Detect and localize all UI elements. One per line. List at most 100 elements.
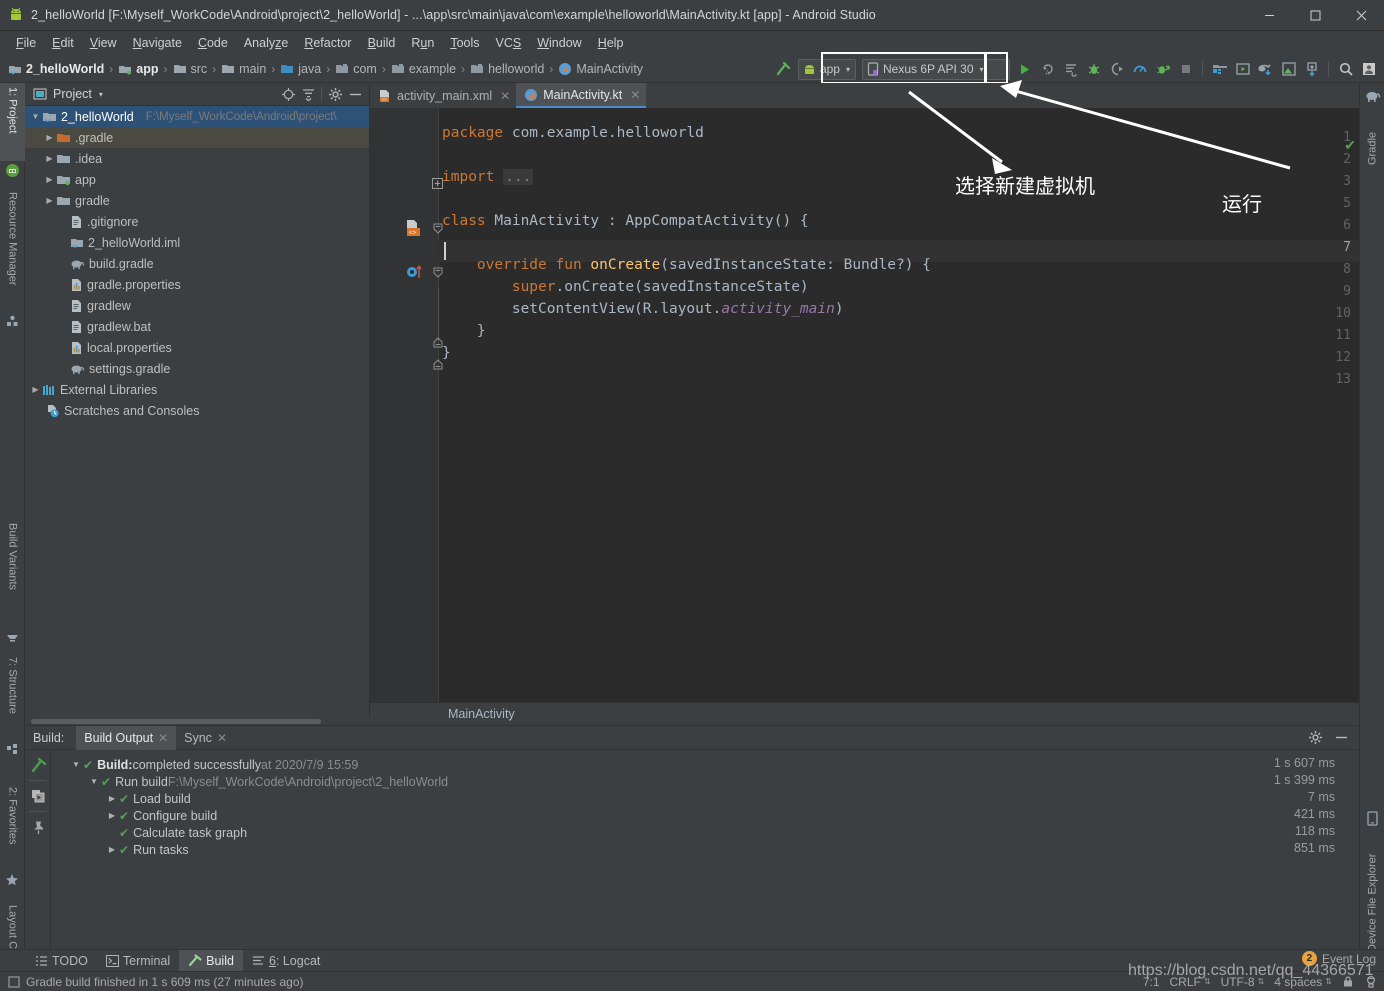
menu-file[interactable]: File xyxy=(8,33,44,53)
run-coverage-icon[interactable] xyxy=(1105,58,1128,81)
breadcrumb-item-example[interactable]: example xyxy=(391,62,456,76)
menu-tools[interactable]: Tools xyxy=(442,33,487,53)
tree-row-settings-gradle[interactable]: settings.gradle xyxy=(25,358,369,379)
bottom-tab-todo[interactable]: TODO xyxy=(26,950,97,972)
minimize-button[interactable] xyxy=(1246,0,1292,31)
editor-tab-mainactivity-kt[interactable]: MainActivity.kt ✕ xyxy=(516,83,647,108)
close-icon[interactable]: ✕ xyxy=(217,731,227,745)
breadcrumb-item-mainactivity[interactable]: MainActivity xyxy=(558,62,643,76)
stop-icon[interactable] xyxy=(1174,58,1197,81)
tree-row-gradle-dir[interactable]: ▶ .gradle xyxy=(25,127,369,148)
device-file-explorer-icon[interactable] xyxy=(1300,58,1323,81)
attach-debugger-icon[interactable] xyxy=(1151,58,1174,81)
breadcrumb-item-helloworld[interactable]: helloworld xyxy=(470,62,544,76)
chevron-right-icon[interactable]: ▶ xyxy=(43,154,56,163)
close-icon[interactable]: ✕ xyxy=(158,731,168,745)
layout-preview-icon[interactable]: <> xyxy=(405,220,424,238)
chevron-right-icon[interactable]: ▶ xyxy=(43,196,56,205)
menu-vcs[interactable]: VCS xyxy=(488,33,530,53)
tree-row-build-gradle[interactable]: build.gradle xyxy=(25,253,369,274)
collapse-all-icon[interactable] xyxy=(298,84,318,104)
menu-run[interactable]: Run xyxy=(403,33,442,53)
editor-tab-activity-main-xml[interactable]: <> activity_main.xml ✕ xyxy=(370,83,517,108)
tree-row-iml-file[interactable]: 2_helloWorld.iml xyxy=(25,232,369,253)
inspection-ok-icon[interactable]: ✔ xyxy=(1344,137,1356,154)
restart-icon[interactable] xyxy=(25,783,51,809)
hide-panel-icon[interactable] xyxy=(345,84,365,104)
debug-icon[interactable] xyxy=(1082,58,1105,81)
menu-build[interactable]: Build xyxy=(360,33,404,53)
chevron-right-icon[interactable]: ▶ xyxy=(29,385,42,394)
editor-gutter[interactable] xyxy=(370,108,438,702)
chevron-right-icon[interactable]: ▶ xyxy=(43,175,56,184)
editor-breadcrumb[interactable]: MainActivity xyxy=(370,702,1359,724)
tree-row-gradlew[interactable]: gradlew xyxy=(25,295,369,316)
sidebar-item-device-file-explorer[interactable]: Device File Explorer xyxy=(1360,831,1384,956)
close-icon[interactable]: ✕ xyxy=(630,88,640,102)
code-editor[interactable]: 1 2 3 5 6 7 8 9 10 11 12 13 <> package c… xyxy=(370,108,1359,702)
breadcrumb-item-project[interactable]: 2_helloWorld xyxy=(8,62,104,76)
chevron-right-icon[interactable]: ▶ xyxy=(105,811,119,820)
bottom-tab-logcat[interactable]: 6: Logcat xyxy=(243,950,329,972)
user-account-icon[interactable] xyxy=(1357,58,1380,81)
pin-icon[interactable] xyxy=(25,814,51,840)
build-hammer-icon[interactable] xyxy=(25,752,51,778)
build-tab-sync[interactable]: Sync ✕ xyxy=(176,726,235,750)
build-output-tree[interactable]: ▼ ✔ Build: completed successfully at 202… xyxy=(51,750,1359,949)
select-opened-file-icon[interactable] xyxy=(278,84,298,104)
tree-row-gradle-properties[interactable]: gradle.properties xyxy=(25,274,369,295)
gear-icon[interactable] xyxy=(325,84,345,104)
sidebar-item-favorites[interactable]: 2: Favorites xyxy=(0,783,25,871)
close-icon[interactable]: ✕ xyxy=(500,89,510,103)
menu-refactor[interactable]: Refactor xyxy=(296,33,359,53)
tree-row-scratches[interactable]: Scratches and Consoles xyxy=(25,400,369,421)
sidebar-item-resource-manager[interactable]: Resource Manager xyxy=(0,188,25,313)
tree-row-app-module[interactable]: ▶ app xyxy=(25,169,369,190)
apply-code-changes-icon[interactable] xyxy=(1059,58,1082,81)
code-text[interactable]: package com.example.helloworld import ..… xyxy=(442,108,1359,702)
device-selector[interactable]: Nexus 6P API 30 ▾ xyxy=(862,58,1010,80)
breadcrumb-item-main[interactable]: main xyxy=(221,62,266,76)
chevron-right-icon[interactable]: ▶ xyxy=(105,845,119,854)
tree-row-gradlew-bat[interactable]: gradlew.bat xyxy=(25,316,369,337)
chevron-right-icon[interactable]: ▶ xyxy=(43,133,56,142)
tree-row-local-properties[interactable]: local.properties xyxy=(25,337,369,358)
menu-window[interactable]: Window xyxy=(529,33,589,53)
menu-view[interactable]: View xyxy=(82,33,125,53)
run-configuration-selector[interactable]: app ▾ xyxy=(797,58,856,80)
chevron-down-icon[interactable]: ▾ xyxy=(99,90,103,99)
breadcrumb-item-app[interactable]: app xyxy=(118,62,159,76)
sidebar-item-build-variants[interactable]: Build Variants xyxy=(0,519,25,629)
profiler-icon[interactable] xyxy=(1128,58,1151,81)
hide-panel-icon[interactable] xyxy=(1331,728,1351,748)
project-tree[interactable]: ▼ 2_helloWorld F:\Myself_WorkCode\Androi… xyxy=(25,106,369,724)
chevron-down-icon[interactable]: ▼ xyxy=(87,777,101,786)
gradle-sync-icon[interactable] xyxy=(1254,58,1277,81)
chevron-right-icon[interactable]: ▶ xyxy=(105,794,119,803)
build-hammer-icon[interactable] xyxy=(772,58,795,81)
breadcrumb-item-java[interactable]: java xyxy=(280,62,321,76)
menu-analyze[interactable]: Analyze xyxy=(236,33,296,53)
close-button[interactable] xyxy=(1338,0,1384,31)
build-tab-build-output[interactable]: Build Output ✕ xyxy=(76,725,177,750)
sdk-manager-icon[interactable] xyxy=(1208,58,1231,81)
search-icon[interactable] xyxy=(1334,58,1357,81)
breadcrumb-item-com[interactable]: com xyxy=(335,62,377,76)
status-message-area[interactable]: Gradle build finished in 1 s 609 ms (27 … xyxy=(0,975,303,989)
sidebar-item-gradle[interactable]: Gradle xyxy=(1360,109,1384,169)
build-row-run-tasks[interactable]: ▶ ✔ Run tasks 851 ms xyxy=(51,841,1359,858)
build-row-configure-build[interactable]: ▶ ✔ Configure build 421 ms xyxy=(51,807,1359,824)
avd-manager-icon[interactable] xyxy=(1231,58,1254,81)
chevron-down-icon[interactable]: ▼ xyxy=(69,760,83,769)
tree-row-idea-dir[interactable]: ▶ .idea xyxy=(25,148,369,169)
build-row-load-build[interactable]: ▶ ✔ Load build 7 ms xyxy=(51,790,1359,807)
project-horizontal-scrollbar[interactable] xyxy=(25,718,370,725)
apply-changes-icon[interactable]: A xyxy=(1036,58,1059,81)
run-button[interactable] xyxy=(1013,58,1036,81)
bottom-tab-build[interactable]: Build xyxy=(179,949,243,972)
bottom-tab-terminal[interactable]: Terminal xyxy=(97,950,179,972)
menu-code[interactable]: Code xyxy=(190,33,236,53)
sidebar-item-structure[interactable]: 7: Structure xyxy=(0,653,25,741)
tree-row-gitignore[interactable]: .gitignore xyxy=(25,211,369,232)
build-row-summary[interactable]: ▼ ✔ Build: completed successfully at 202… xyxy=(51,756,1359,773)
